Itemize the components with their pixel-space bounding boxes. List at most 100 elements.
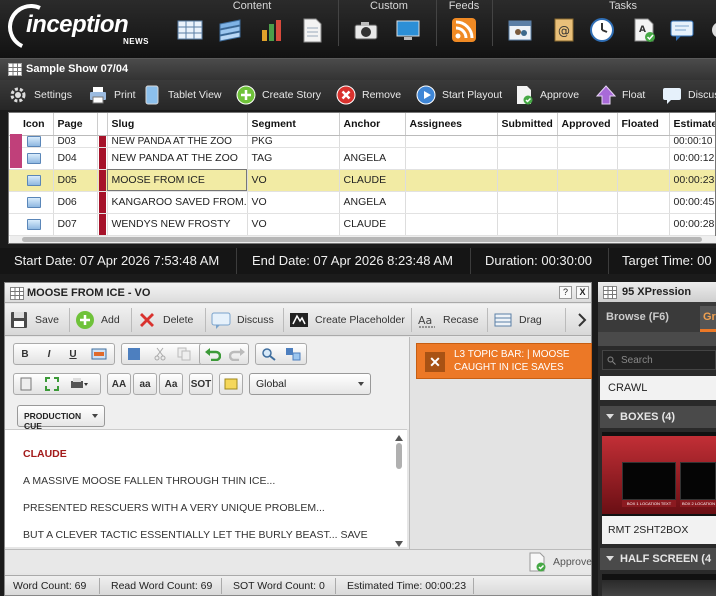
column-header-mark	[97, 113, 108, 136]
copy-icon[interactable]	[177, 347, 191, 361]
row-approved	[557, 191, 618, 214]
recase-button[interactable]: Aa Recase	[417, 309, 479, 331]
discuss-button[interactable]: Discus	[662, 84, 716, 106]
column-header-approved[interactable]: Approved	[557, 113, 618, 136]
approve-story-button[interactable]: Approve	[527, 551, 592, 573]
uppercase-button[interactable]: AA	[107, 373, 131, 395]
template-caption[interactable]: RMT 2SHT2BOX	[602, 516, 716, 544]
table-row-selected[interactable]: D05 MOOSE FROM ICE VO CLAUDE 00:00:23	[9, 169, 715, 192]
table-row[interactable]: D06 KANGAROO SAVED FROM... VO ANGELA 00:…	[9, 191, 715, 214]
production-cue-card[interactable]: ✕ L3 TOPIC BAR: | MOOSE CAUGHT IN ICE SA…	[416, 343, 592, 379]
page-view-icon[interactable]	[19, 377, 33, 391]
select-all-icon[interactable]	[127, 347, 141, 361]
search-icon[interactable]	[261, 347, 277, 361]
ribbon-divider	[436, 0, 437, 46]
monitor-icon[interactable]	[394, 16, 422, 44]
cut-icon[interactable]	[153, 347, 167, 361]
column-header-page[interactable]: Page	[53, 113, 98, 136]
replace-icon[interactable]	[285, 347, 301, 361]
script-vertical-scrollbar[interactable]	[395, 435, 403, 547]
half-screen-group-header[interactable]: HALF SCREEN (4	[600, 548, 716, 570]
row-slug[interactable]: MOOSE FROM ICE	[107, 169, 248, 192]
template-thumbnail[interactable]	[602, 574, 716, 596]
style-select[interactable]: Global	[249, 373, 371, 395]
approve-check-icon	[529, 552, 546, 572]
table-row[interactable]: D07 WENDYS NEW FROSTY VO CLAUDE 00:00:28	[9, 213, 715, 236]
document-icon[interactable]	[298, 16, 326, 44]
help-button[interactable]: ?	[559, 286, 572, 299]
grid-horizontal-scrollbar[interactable]	[10, 236, 716, 243]
print-menu-icon[interactable]	[69, 377, 89, 391]
create-placeholder-button[interactable]: Create Placeholder	[289, 309, 405, 331]
remove-button[interactable]: Remove	[336, 84, 401, 106]
scrollbar-thumb[interactable]	[22, 237, 702, 242]
tablet-view-button[interactable]: Tablet View	[142, 84, 222, 106]
drag-button[interactable]: Drag	[493, 309, 542, 331]
status-marker	[98, 191, 106, 213]
row-segment: TAG	[247, 147, 340, 170]
delete-button[interactable]: Delete	[137, 309, 193, 331]
tab-graphics[interactable]: Gr	[700, 306, 716, 332]
xpression-search-input[interactable]: Search	[602, 350, 716, 370]
rundown-grid-icon[interactable]	[176, 16, 204, 44]
sot-button[interactable]: SOT	[189, 373, 213, 395]
settings-button[interactable]: Settings	[8, 84, 72, 106]
start-playout-button[interactable]: Start Playout	[416, 84, 502, 106]
column-header-segment[interactable]: Segment	[247, 113, 340, 136]
redo-icon[interactable]	[229, 347, 245, 361]
start-date: Start Date: 07 Apr 2026 7:53:48 AM	[14, 253, 220, 268]
table-row[interactable]: D03 NEW PANDA AT THE ZOO PKG 00:00:10	[9, 135, 715, 148]
bold-button[interactable]: B	[13, 343, 37, 365]
underline-button[interactable]: U	[61, 343, 85, 365]
stacked-layers-icon[interactable]	[216, 16, 244, 44]
scrollbar-thumb[interactable]	[396, 443, 402, 469]
column-header-icon[interactable]: Icon	[9, 113, 54, 136]
print-button[interactable]: Print	[88, 84, 136, 106]
column-header-floated[interactable]: Floated	[617, 113, 670, 136]
row-anchor: ANGELA	[339, 191, 406, 214]
scroll-down-icon[interactable]	[395, 541, 403, 547]
italic-button[interactable]: I	[37, 343, 61, 365]
duration: Duration: 00:30:00	[485, 253, 592, 268]
float-button[interactable]: Float	[596, 84, 645, 106]
highlight-icon[interactable]	[91, 347, 107, 361]
column-header-slug[interactable]: Slug	[107, 113, 248, 136]
fullscreen-icon[interactable]	[45, 377, 59, 391]
delete-x-icon	[140, 313, 154, 327]
titlecase-button[interactable]: Aa	[159, 373, 183, 395]
save-button[interactable]: Save	[9, 309, 59, 331]
lowercase-button[interactable]: aa	[133, 373, 157, 395]
column-header-anchor[interactable]: Anchor	[339, 113, 406, 136]
table-row[interactable]: D04 NEW PANDA AT THE ZOO TAG ANGELA 00:0…	[9, 147, 715, 170]
undo-icon[interactable]	[205, 347, 221, 361]
rss-feed-icon[interactable]	[450, 16, 478, 44]
bar-chart-icon[interactable]	[258, 16, 286, 44]
production-cue-select[interactable]: PRODUCTION CUE	[17, 405, 105, 431]
chevron-right-icon[interactable]	[577, 313, 587, 327]
chat-bubble-icon[interactable]	[668, 16, 696, 44]
approve-button[interactable]: Approve	[514, 84, 579, 106]
divider	[131, 308, 132, 332]
calendar-people-icon[interactable]	[506, 16, 534, 44]
template-thumbnail[interactable]: BOX 1 LOCATION TEXT BOX 2 LOCATION TEXT	[602, 432, 716, 516]
camera-icon[interactable]	[352, 16, 380, 44]
scroll-up-icon[interactable]	[395, 435, 403, 441]
contacts-email-icon[interactable]: @	[550, 16, 578, 44]
overflow-icon[interactable]	[706, 16, 716, 44]
approve-document-icon[interactable]: A	[630, 16, 658, 44]
column-header-submitted[interactable]: Submitted	[497, 113, 558, 136]
list-item[interactable]: CRAWL	[600, 376, 716, 400]
clock-icon[interactable]	[588, 16, 616, 44]
rundown-grid[interactable]: Icon Page Slug Segment Anchor Assignees …	[8, 112, 716, 244]
column-header-estimated[interactable]: Estimated	[669, 113, 715, 136]
close-button[interactable]: X	[576, 286, 589, 299]
inception-logo[interactable]: inception NEWS	[1, 0, 149, 57]
boxes-group-header[interactable]: BOXES (4)	[600, 406, 716, 428]
create-story-button[interactable]: Create Story	[236, 84, 321, 106]
column-header-assignees[interactable]: Assignees	[405, 113, 498, 136]
add-button[interactable]: Add	[75, 309, 120, 331]
script-text-area[interactable]: CLAUDE A MASSIVE MOOSE FALLEN THROUGH TH…	[5, 429, 407, 547]
discuss-button[interactable]: Discuss	[211, 309, 274, 331]
note-button[interactable]	[219, 373, 243, 395]
tab-browse[interactable]: Browse (F6)	[606, 311, 669, 323]
